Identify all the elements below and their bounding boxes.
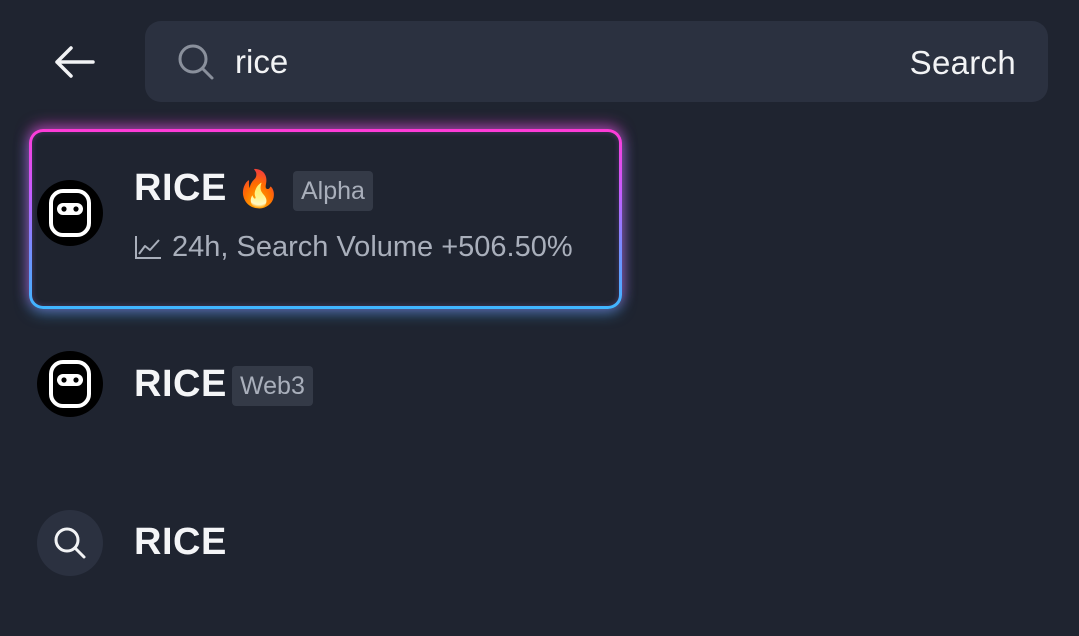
result-item-rice-web3[interactable]: RICE Web3 (0, 340, 1079, 430)
trend-row: 24h, Search Volume +506.50% (134, 227, 573, 267)
suggestion-text: RICE (134, 521, 227, 563)
fire-icon: 🔥 (236, 168, 281, 209)
search-icon (177, 43, 215, 81)
robot-face-icon (37, 351, 103, 417)
trend-text: 24h, Search Volume +506.50% (172, 230, 573, 263)
search-suggestion-item[interactable]: RICE (0, 502, 1079, 584)
token-name: RICE (134, 167, 227, 209)
search-icon (37, 510, 103, 576)
line-chart-icon (135, 236, 161, 259)
token-name: RICE (134, 363, 227, 405)
back-button[interactable] (44, 34, 104, 90)
token-tag: Web3 (232, 366, 313, 406)
highlight-glow-frame (29, 129, 622, 309)
token-tag: Alpha (293, 171, 373, 211)
result-item-rice-alpha[interactable]: RICE 🔥 Alpha 24h, Search Volume +506.50% (0, 127, 1079, 311)
search-bar: Search (145, 21, 1048, 102)
search-input[interactable] (235, 39, 875, 85)
search-submit-button[interactable]: Search (910, 41, 1016, 85)
robot-face-icon (37, 180, 103, 246)
arrow-left-icon (55, 46, 95, 78)
